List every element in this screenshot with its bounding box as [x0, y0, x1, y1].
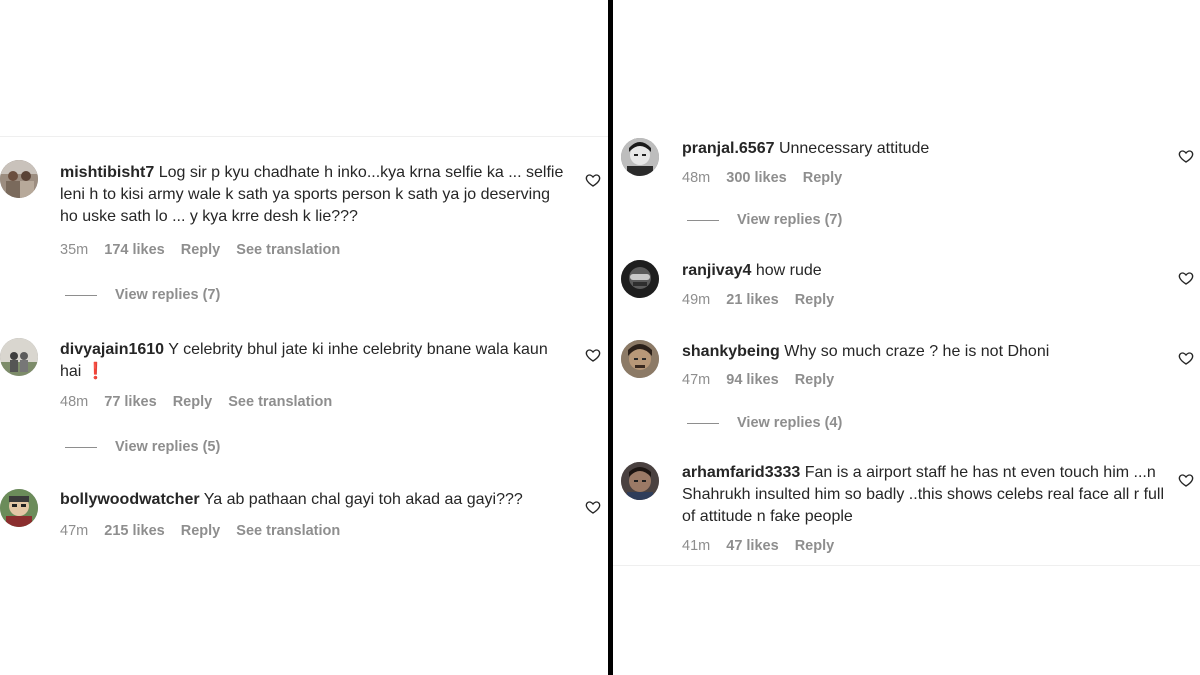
separator [613, 565, 1200, 566]
heart-icon[interactable] [1178, 472, 1194, 488]
timestamp[interactable]: 47m [60, 523, 88, 539]
likes-count[interactable]: 300 likes [726, 170, 786, 186]
username[interactable]: pranjal.6567 [682, 140, 775, 157]
comment-text: how rude [755, 262, 822, 279]
username[interactable]: arhamfarid3333 [682, 464, 800, 481]
avatar[interactable] [621, 260, 659, 298]
timestamp[interactable]: 35m [60, 242, 88, 258]
timestamp[interactable]: 48m [682, 170, 710, 186]
view-replies-button[interactable]: View replies (7) [65, 287, 220, 303]
comment-meta: 48m 77 likes Reply See translation [60, 394, 344, 410]
see-translation-button[interactable]: See translation [236, 242, 340, 258]
comment-meta: 48m 300 likes Reply [682, 170, 854, 186]
likes-count[interactable]: 215 likes [104, 523, 164, 539]
likes-count[interactable]: 174 likes [104, 242, 164, 258]
avatar[interactable] [0, 338, 38, 376]
comment-body: ranjivay4 how rude [682, 260, 1162, 282]
view-replies-label: View replies (5) [115, 439, 221, 455]
comment-body: shankybeing Why so much craze ? he is no… [682, 341, 1162, 363]
timestamp[interactable]: 41m [682, 538, 710, 554]
comment-meta: 47m 94 likes Reply [682, 372, 846, 388]
avatar[interactable] [621, 138, 659, 176]
likes-count[interactable]: 94 likes [726, 372, 778, 388]
timestamp[interactable]: 47m [682, 372, 710, 388]
separator [0, 136, 608, 137]
username[interactable]: mishtibisht7 [60, 164, 154, 181]
exclamation-emoji: ❗ [85, 363, 106, 380]
replies-dash [65, 446, 97, 448]
reply-button[interactable]: Reply [795, 538, 835, 554]
reply-button[interactable]: Reply [173, 394, 213, 410]
see-translation-button[interactable]: See translation [236, 523, 340, 539]
username[interactable]: shankybeing [682, 343, 780, 360]
view-replies-button[interactable]: View replies (5) [65, 439, 220, 455]
view-replies-label: View replies (7) [737, 212, 843, 228]
comment-meta: 49m 21 likes Reply [682, 292, 846, 308]
view-replies-label: View replies (7) [115, 287, 221, 303]
heart-icon[interactable] [1178, 350, 1194, 366]
replies-dash [65, 294, 97, 296]
comment-body: divyajain1610 Y celebrity bhul jate ki i… [60, 339, 570, 383]
comment-meta: 41m 47 likes Reply [682, 538, 846, 554]
left-comments-panel: mishtibisht7 Log sir p kyu chadhate h in… [0, 0, 608, 675]
view-replies-label: View replies (4) [737, 415, 843, 431]
comment-body: pranjal.6567 Unnecessary attitude [682, 138, 1162, 160]
heart-icon[interactable] [1178, 148, 1194, 164]
replies-dash [687, 422, 719, 424]
heart-icon[interactable] [585, 172, 601, 188]
heart-icon[interactable] [585, 499, 601, 515]
avatar[interactable] [0, 489, 38, 527]
username[interactable]: bollywoodwatcher [60, 491, 200, 508]
username[interactable]: ranjivay4 [682, 262, 751, 279]
reply-button[interactable]: Reply [795, 292, 835, 308]
comment-meta: 35m 174 likes Reply See translation [60, 242, 352, 258]
right-comments-panel: pranjal.6567 Unnecessary attitude 48m 30… [613, 0, 1200, 675]
comment-text: Why so much craze ? he is not Dhoni [784, 343, 1050, 360]
comment-body: bollywoodwatcher Ya ab pathaan chal gayi… [60, 489, 580, 511]
heart-icon[interactable] [1178, 270, 1194, 286]
likes-count[interactable]: 47 likes [726, 538, 778, 554]
comment-text: Ya ab pathaan chal gayi toh akad aa gayi… [203, 491, 523, 508]
see-translation-button[interactable]: See translation [228, 394, 332, 410]
timestamp[interactable]: 49m [682, 292, 710, 308]
comment-text: Unnecessary attitude [778, 140, 930, 157]
reply-button[interactable]: Reply [181, 523, 221, 539]
likes-count[interactable]: 21 likes [726, 292, 778, 308]
timestamp[interactable]: 48m [60, 394, 88, 410]
reply-button[interactable]: Reply [181, 242, 221, 258]
comment-meta: 47m 215 likes Reply See translation [60, 523, 352, 539]
reply-button[interactable]: Reply [795, 372, 835, 388]
username[interactable]: divyajain1610 [60, 341, 164, 358]
likes-count[interactable]: 77 likes [104, 394, 156, 410]
view-replies-button[interactable]: View replies (7) [687, 212, 842, 228]
replies-dash [687, 219, 719, 221]
reply-button[interactable]: Reply [803, 170, 843, 186]
comment-body: mishtibisht7 Log sir p kyu chadhate h in… [60, 162, 570, 228]
avatar[interactable] [621, 462, 659, 500]
avatar[interactable] [0, 160, 38, 198]
heart-icon[interactable] [585, 347, 601, 363]
avatar[interactable] [621, 340, 659, 378]
comment-body: arhamfarid3333 Fan is a airport staff he… [682, 462, 1170, 528]
view-replies-button[interactable]: View replies (4) [687, 415, 842, 431]
